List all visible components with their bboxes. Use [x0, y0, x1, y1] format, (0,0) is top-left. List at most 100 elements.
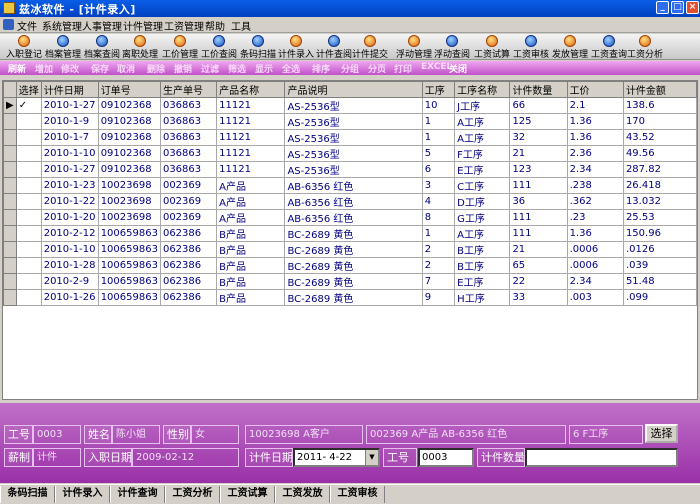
column-header-date[interactable]: 计件日期: [40, 81, 99, 98]
toolbar-archive-view[interactable]: 档案查阅: [82, 34, 122, 60]
close-button[interactable]: ×: [686, 1, 699, 14]
toolbar-salary-query[interactable]: 工资查询: [589, 34, 629, 60]
column-header-production-no[interactable]: 生产单号: [159, 81, 218, 98]
action-save[interactable]: 保存: [91, 62, 109, 75]
action-cancel[interactable]: 取消: [117, 62, 135, 75]
toolbar-float-manage[interactable]: 浮动管理: [394, 34, 434, 60]
row-indicator[interactable]: [3, 193, 17, 210]
tab-barcode-scan[interactable]: 条码扫描: [0, 486, 55, 503]
tab-salary-payout[interactable]: 工资发放: [275, 486, 330, 503]
action-print[interactable]: 打印: [394, 62, 412, 75]
menu-file[interactable]: 文件: [17, 18, 37, 33]
cell-select[interactable]: [15, 273, 42, 290]
column-header-quantity[interactable]: 计件数量: [509, 81, 568, 98]
process-no-input[interactable]: 0003: [418, 448, 474, 467]
row-indicator[interactable]: [3, 225, 17, 242]
table-row[interactable]: 2010-1-9 09102368 036863 11121 AS-2536型 1 A工序 1…: [3, 113, 698, 130]
menu-help[interactable]: 帮助: [205, 18, 225, 33]
select-button[interactable]: 选择: [645, 424, 678, 443]
piece-date-picker[interactable]: 2011- 4-22 ▼: [293, 448, 380, 467]
menu-personnel[interactable]: 人事管理: [82, 18, 122, 33]
row-indicator[interactable]: [3, 273, 17, 290]
cell-select[interactable]: [15, 225, 42, 242]
row-indicator[interactable]: [3, 241, 17, 258]
row-indicator[interactable]: [3, 289, 17, 306]
toolbar-salary-analysis[interactable]: 工资分析: [625, 34, 665, 60]
cell-select[interactable]: [15, 289, 42, 306]
action-filter[interactable]: 过滤: [201, 62, 219, 75]
tab-salary-trial[interactable]: 工资试算: [220, 486, 275, 503]
column-header-process-name[interactable]: 工序名称: [454, 81, 511, 98]
toolbar-rate-view[interactable]: 工价查阅: [199, 34, 239, 60]
action-display[interactable]: 显示: [255, 62, 273, 75]
quantity-input[interactable]: [525, 448, 678, 467]
toolbar-rate-manage[interactable]: 工价管理: [160, 34, 200, 60]
menu-piecework[interactable]: 计件管理: [123, 18, 163, 33]
table-row[interactable]: 2010-2-12 100659863 062386 B产品 BC-2689 黄色 1 A工…: [3, 225, 698, 242]
table-row[interactable]: 2010-1-22 10023698 002369 A产品 AB-6356 红色 4 D工序…: [3, 193, 698, 210]
cell-select[interactable]: [15, 193, 42, 210]
action-refresh[interactable]: 刷新: [8, 62, 26, 75]
minimize-button[interactable]: _: [656, 1, 669, 14]
table-row[interactable]: 2010-1-23 10023698 002369 A产品 AB-6356 红色 3 C工序…: [3, 177, 698, 194]
action-edit[interactable]: 修改: [61, 62, 79, 75]
table-row[interactable]: 2010-1-10 100659863 062386 B产品 BC-2689 黄色 2 B工…: [3, 241, 698, 258]
row-indicator[interactable]: [3, 257, 17, 274]
table-row[interactable]: 2010-1-26 100659863 062386 B产品 BC-2689 黄色 9 H工…: [3, 289, 698, 306]
cell-select[interactable]: [15, 161, 42, 178]
toolbar-piece-view[interactable]: 计件查阅: [314, 34, 354, 60]
menu-system[interactable]: 系统管理: [42, 18, 82, 33]
action-screen[interactable]: 筛选: [228, 62, 246, 75]
cell-select[interactable]: [15, 177, 42, 194]
table-row[interactable]: 2010-1-27 09102368 036863 11121 AS-2536型 6 E工序…: [3, 161, 698, 178]
cell-select[interactable]: [15, 257, 42, 274]
action-select-all[interactable]: 全选: [282, 62, 300, 75]
action-excel[interactable]: EXCEL: [421, 62, 452, 72]
table-row[interactable]: 2010-1-10 09102368 036863 11121 AS-2536型 5 F工序…: [3, 145, 698, 162]
maximize-button[interactable]: □: [671, 1, 684, 14]
toolbar-payout-manage[interactable]: 发放管理: [550, 34, 590, 60]
row-indicator[interactable]: [3, 113, 17, 130]
tab-piece-query[interactable]: 计件查询: [110, 486, 165, 503]
column-header-rate[interactable]: 工价: [566, 81, 624, 98]
action-add[interactable]: 增加: [35, 62, 53, 75]
tab-piece-entry[interactable]: 计件录入: [55, 486, 110, 503]
toolbar-resign[interactable]: 离职处理: [120, 34, 160, 60]
toolbar-archive-manage[interactable]: 档案管理: [43, 34, 83, 60]
row-indicator[interactable]: [3, 209, 17, 226]
action-delete[interactable]: 删除: [147, 62, 165, 75]
table-row[interactable]: 2010-1-7 09102368 036863 11121 AS-2536型 1 A工序 3…: [3, 129, 698, 146]
tab-salary-audit[interactable]: 工资审核: [330, 486, 385, 503]
column-header-product-name[interactable]: 产品名称: [216, 81, 286, 98]
cell-select[interactable]: [15, 145, 42, 162]
cell-select[interactable]: [15, 209, 42, 226]
chevron-down-icon[interactable]: ▼: [365, 450, 378, 465]
row-indicator[interactable]: [3, 145, 17, 162]
row-indicator[interactable]: [3, 129, 17, 146]
column-header-process[interactable]: 工序: [421, 81, 456, 98]
table-row[interactable]: 2010-2-9 100659863 062386 B产品 BC-2689 黄色 7 E工序…: [3, 273, 698, 290]
column-header-select[interactable]: 选择: [15, 81, 42, 98]
cell-select[interactable]: ✓: [15, 97, 42, 114]
column-header-order-no[interactable]: 订单号: [97, 81, 161, 98]
menu-tools[interactable]: 工具: [231, 18, 251, 33]
cell-select[interactable]: [15, 113, 42, 130]
action-group[interactable]: 分组: [341, 62, 359, 75]
column-header-amount[interactable]: 计件金额: [622, 81, 698, 98]
action-sort[interactable]: 排序: [312, 62, 330, 75]
toolbar-hire-register[interactable]: 入职登记: [4, 34, 44, 60]
action-paging[interactable]: 分页: [368, 62, 386, 75]
tab-salary-analysis[interactable]: 工资分析: [165, 486, 220, 503]
piecework-grid[interactable]: 选择 计件日期 订单号 生产单号 产品名称 产品说明 工序 工序名称 计件数量 …: [2, 80, 698, 400]
cell-select[interactable]: [15, 241, 42, 258]
toolbar-float-view[interactable]: 浮动查阅: [432, 34, 472, 60]
column-header-product-desc[interactable]: 产品说明: [284, 81, 423, 98]
toolbar-salary-audit[interactable]: 工资审核: [511, 34, 551, 60]
cell-select[interactable]: [15, 129, 42, 146]
row-indicator[interactable]: [3, 177, 17, 194]
table-row[interactable]: 2010-1-28 100659863 062386 B产品 BC-2689 黄色 2 B工…: [3, 257, 698, 274]
row-indicator[interactable]: [3, 161, 17, 178]
row-indicator[interactable]: ▶: [3, 97, 17, 114]
table-row[interactable]: 2010-1-20 10023698 002369 A产品 AB-6356 红色 8 G工序…: [3, 209, 698, 226]
toolbar-piece-entry[interactable]: 计件录入: [276, 34, 316, 60]
